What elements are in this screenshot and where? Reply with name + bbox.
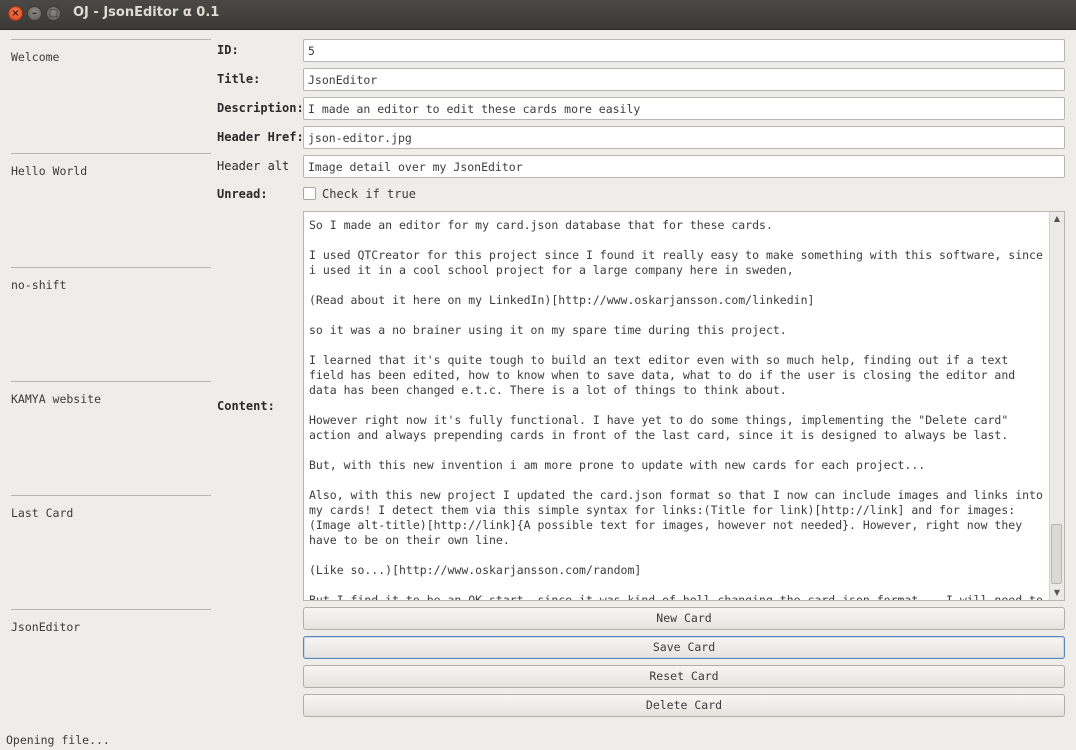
maximize-icon: □: [48, 8, 59, 19]
status-bar-text: Opening file...: [6, 733, 110, 747]
sidebar-item-label: Last Card: [11, 506, 74, 520]
sidebar-item-label: KAMYA website: [11, 392, 102, 406]
new-card-button[interactable]: New Card: [303, 607, 1065, 630]
description-field[interactable]: [303, 97, 1065, 120]
content-scrollbar[interactable]: ▲ ▼: [1049, 212, 1064, 600]
header-alt-label: Header alt: [217, 159, 290, 173]
sidebar-item-label: Hello World: [11, 164, 88, 178]
reset-card-button[interactable]: Reset Card: [303, 665, 1065, 688]
delete-card-button[interactable]: Delete Card: [303, 694, 1065, 717]
description-label: Description:: [217, 101, 304, 115]
unread-checkbox-label[interactable]: Check if true: [322, 187, 416, 201]
header-href-field[interactable]: [303, 126, 1065, 149]
save-card-button[interactable]: Save Card: [303, 636, 1065, 659]
close-icon: ×: [11, 8, 20, 19]
sidebar-item-label: Welcome: [11, 50, 60, 64]
sidebar-item-jsoneditor[interactable]: JsonEditor: [11, 609, 211, 724]
scroll-thumb[interactable]: [1051, 524, 1062, 584]
content-textarea[interactable]: So I made an editor for my card.json dat…: [303, 211, 1065, 601]
content-text[interactable]: So I made an editor for my card.json dat…: [309, 218, 1044, 600]
window-titlebar[interactable]: × – □ OJ - JsonEditor α 0.1: [0, 0, 1076, 30]
id-label: ID:: [217, 43, 239, 57]
unread-label: Unread:: [217, 187, 268, 201]
scroll-down-arrow-icon[interactable]: ▼: [1050, 586, 1064, 600]
sidebar-item-hello-world[interactable]: Hello World: [11, 153, 211, 268]
content-label: Content:: [217, 399, 275, 413]
minimize-icon: –: [32, 8, 37, 19]
sidebar-item-kamya-website[interactable]: KAMYA website: [11, 381, 211, 496]
id-field[interactable]: [303, 39, 1065, 62]
close-window-button[interactable]: ×: [8, 6, 23, 21]
minimize-window-button[interactable]: –: [27, 6, 42, 21]
maximize-window-button[interactable]: □: [46, 6, 61, 21]
scroll-up-arrow-icon[interactable]: ▲: [1050, 212, 1064, 226]
header-alt-field[interactable]: [303, 155, 1065, 178]
card-list-sidebar: Welcome Hello World no-shift KAMYA websi…: [0, 29, 215, 729]
sidebar-item-welcome[interactable]: Welcome: [11, 39, 211, 154]
sidebar-item-no-shift[interactable]: no-shift: [11, 267, 211, 382]
sidebar-item-last-card[interactable]: Last Card: [11, 495, 211, 610]
title-label: Title:: [217, 72, 261, 86]
sidebar-item-label: JsonEditor: [11, 620, 81, 634]
sidebar-item-label: no-shift: [11, 278, 67, 292]
window-title: OJ - JsonEditor α 0.1: [73, 5, 220, 20]
unread-checkbox[interactable]: [303, 187, 316, 200]
title-field[interactable]: [303, 68, 1065, 91]
header-href-label: Header Href:: [217, 130, 304, 144]
